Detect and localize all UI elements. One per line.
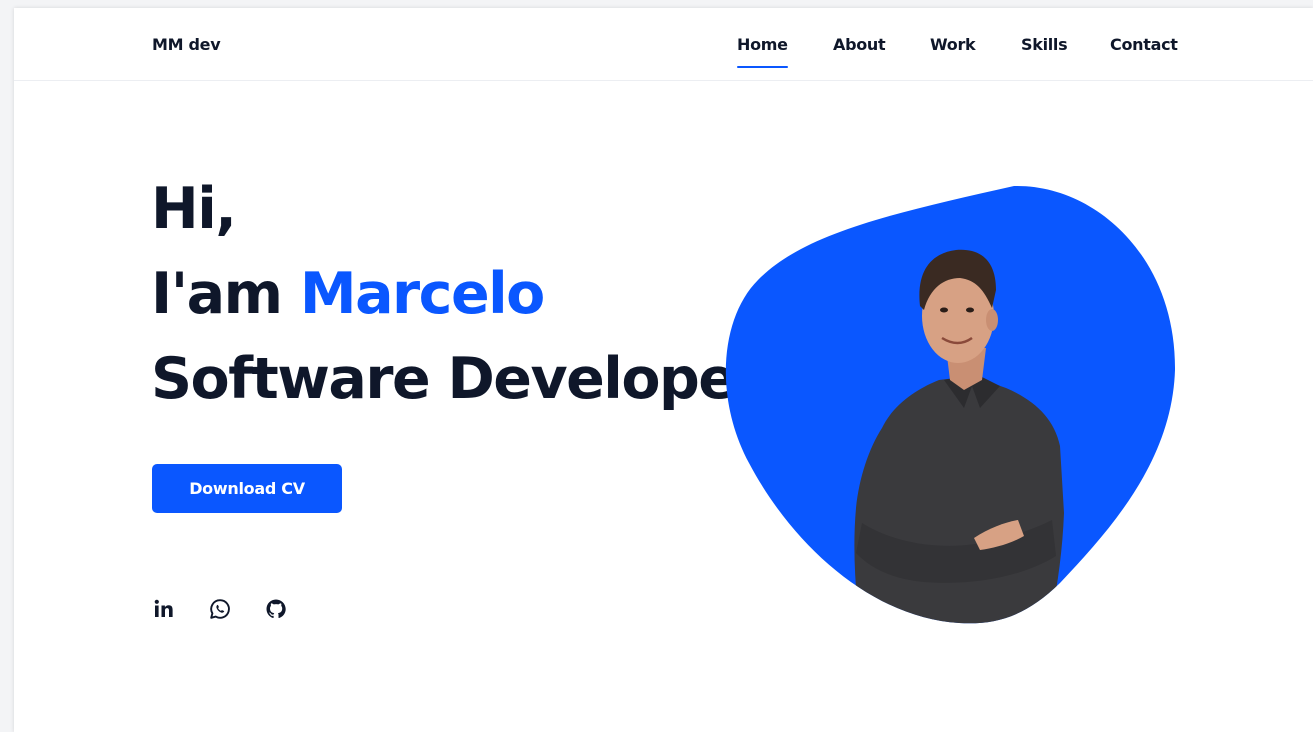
page: MM dev Home About Work Skills Contact Hi…: [14, 8, 1313, 732]
hero-image: [725, 185, 1176, 624]
